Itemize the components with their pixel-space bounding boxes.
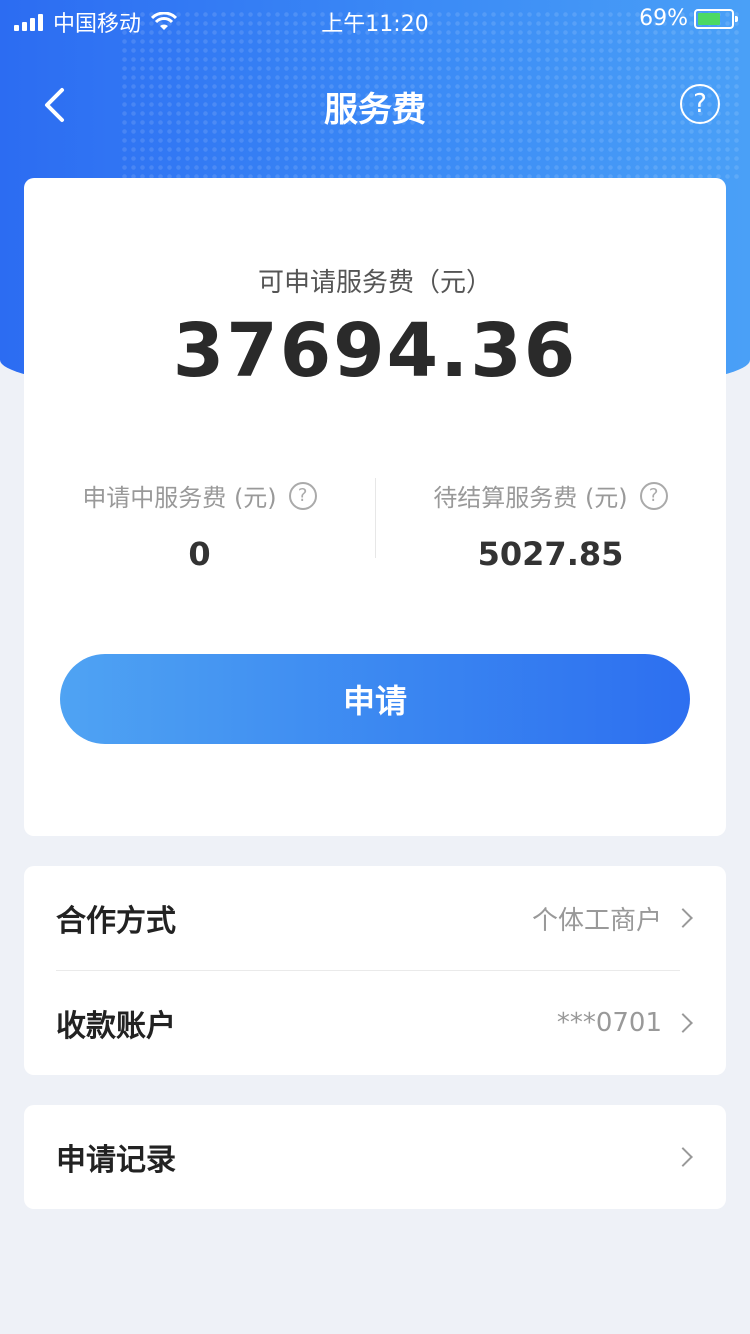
unsettled-fee-label: 待结算服务费 (元): [433, 484, 628, 512]
nav-bar: 服务费 ?: [0, 70, 750, 140]
question-circle-icon[interactable]: ?: [288, 481, 317, 510]
chevron-right-icon: [673, 908, 693, 928]
pending-fee-label: 申请中服务费 (元): [82, 484, 277, 512]
page-title: 服务费: [324, 90, 426, 130]
status-bar: 中国移动 上午11:20 69%: [0, 0, 750, 40]
pending-fee-value: 0: [188, 535, 211, 573]
chevron-right-icon: [673, 1013, 693, 1033]
unsettled-fee-value: 5027.85: [477, 535, 624, 573]
cooperation-mode-label: 合作方式: [56, 904, 176, 939]
unsettled-fee-block: 待结算服务费 (元) ? 5027.85: [375, 478, 726, 573]
payee-account-value: ***0701: [556, 1008, 662, 1038]
battery-icon: [694, 8, 738, 29]
fee-summary-card: 可申请服务费（元） 37694.36 申请中服务费 (元) ? 0 待结算服务费…: [24, 178, 726, 836]
payee-account-label: 收款账户: [56, 1009, 176, 1044]
cooperation-mode-value: 个体工商户: [531, 905, 662, 936]
available-fee-label: 可申请服务费（元）: [257, 268, 492, 298]
application-records-label: 申请记录: [56, 1143, 176, 1178]
help-circle-icon[interactable]: ?: [680, 84, 720, 124]
payee-account-row[interactable]: 收款账户 ***0701: [24, 971, 726, 1075]
apply-button[interactable]: 申请: [60, 654, 690, 744]
available-fee-amount: 37694.36: [172, 308, 578, 394]
chevron-right-icon: [673, 1147, 693, 1167]
settings-card: 合作方式 个体工商户 收款账户 ***0701: [24, 866, 726, 1075]
application-records-row[interactable]: 申请记录: [24, 1105, 726, 1209]
screen: 中国移动 上午11:20 69% 服务费 ? 可申请服务费（元） 37694.3…: [0, 0, 750, 1334]
question-circle-icon[interactable]: ?: [639, 481, 668, 510]
clock: 上午11:20: [321, 12, 429, 37]
cooperation-mode-row[interactable]: 合作方式 个体工商户: [24, 866, 726, 970]
battery-percent: 69%: [639, 6, 688, 31]
records-card: 申请记录: [24, 1105, 726, 1209]
pending-fee-block: 申请中服务费 (元) ? 0: [24, 478, 375, 573]
